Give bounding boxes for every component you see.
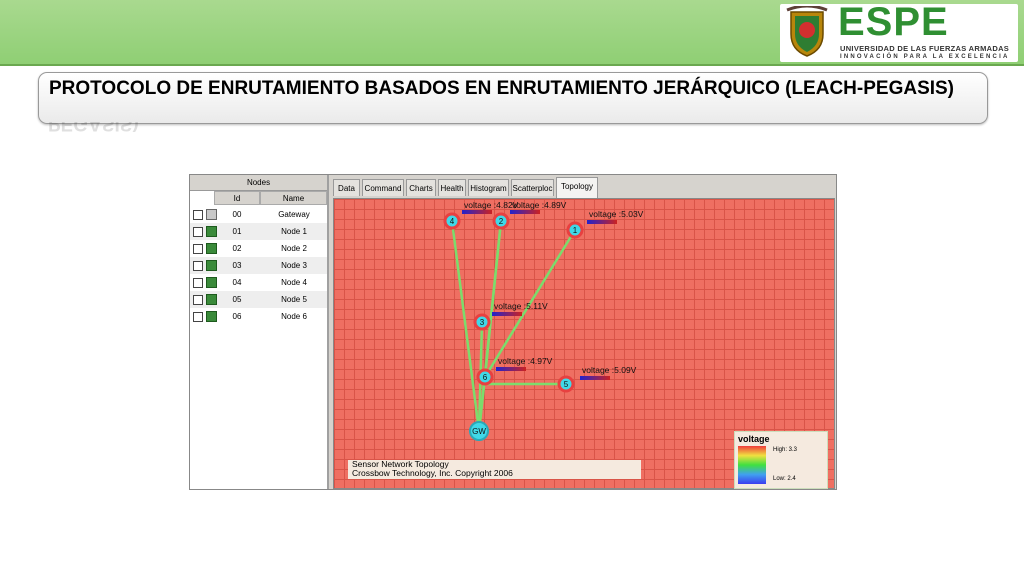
column-header-id[interactable]: Id <box>214 191 260 205</box>
header-divider <box>0 64 1024 66</box>
tab-charts[interactable]: Charts <box>406 179 436 196</box>
node-id: 05 <box>232 295 242 304</box>
gateway-icon <box>206 209 217 220</box>
tab-histogram[interactable]: Histogram <box>468 179 509 196</box>
column-header-name[interactable]: Name <box>260 191 327 205</box>
node-id: 02 <box>232 244 242 253</box>
node-label: 2 <box>499 217 504 226</box>
voltage-label: voltage :4.97V <box>498 356 553 366</box>
university-motto: INNOVACIÓN PARA LA EXCELENCIA <box>840 54 1010 60</box>
voltage-bar <box>587 220 617 224</box>
node-name: Node 3 <box>281 261 307 270</box>
node-name: Node 5 <box>281 295 307 304</box>
voltage-bar <box>492 312 522 316</box>
node-id: 03 <box>232 261 242 270</box>
sensor-node-icon <box>206 226 217 237</box>
voltage-legend: voltage High: 3.3 Low: 2.4 <box>734 431 828 489</box>
brand-name: ESPE <box>838 0 949 44</box>
legend-high-value: High: 3.3 <box>773 447 798 453</box>
tab-command[interactable]: Command <box>362 179 404 196</box>
node-checkbox[interactable] <box>193 210 203 220</box>
node-checkbox[interactable] <box>193 261 203 271</box>
tab-health[interactable]: Health <box>438 179 466 196</box>
node-checkbox[interactable] <box>193 244 203 254</box>
legend-low-value: Low: 2.4 <box>773 476 796 482</box>
voltage-label: voltage :5.09V <box>582 365 637 375</box>
voltage-bar <box>580 376 610 380</box>
node-row[interactable]: 05 Node 5 <box>190 291 327 308</box>
topology-canvas[interactable]: 4 2 1 3 6 5 GW voltage :4.82V voltage :4… <box>333 198 835 489</box>
node-label: 5 <box>564 380 569 389</box>
node-checkbox[interactable] <box>193 295 203 305</box>
node-checkbox[interactable] <box>193 278 203 288</box>
university-name: UNIVERSIDAD DE LAS FUERZAS ARMADAS <box>840 44 1010 53</box>
voltage-label: voltage :4.89V <box>512 200 567 210</box>
caption-copyright: Crossbow Technology, Inc. Copyright 2006 <box>352 468 513 478</box>
node-label: 3 <box>480 318 485 327</box>
node-row[interactable]: 04 Node 4 <box>190 274 327 291</box>
voltage-bar <box>510 210 540 214</box>
legend-color-gradient <box>738 446 766 484</box>
node-id: 06 <box>232 312 242 321</box>
voltage-label: voltage :5.03V <box>589 209 644 219</box>
voltage-bar <box>462 210 492 214</box>
slide-title-box: PROTOCOLO DE ENRUTAMIENTO BASADOS EN ENR… <box>38 72 988 124</box>
app-window: Nodes Id Name 00 Gateway 01 Node 1 02 No… <box>189 174 837 490</box>
title-reflection: PEGASIS) <box>48 122 139 134</box>
node-checkbox[interactable] <box>193 227 203 237</box>
sensor-node-icon <box>206 311 217 322</box>
node-row[interactable]: 01 Node 1 <box>190 223 327 240</box>
slide-title: PROTOCOLO DE ENRUTAMIENTO BASADOS EN ENR… <box>49 78 955 99</box>
node-row[interactable]: 03 Node 3 <box>190 257 327 274</box>
node-label: 1 <box>573 226 578 235</box>
node-label: 4 <box>450 217 455 226</box>
node-row[interactable]: 00 Gateway <box>190 206 327 223</box>
sensor-node-icon <box>206 243 217 254</box>
node-id: 01 <box>232 227 242 236</box>
university-seal-icon <box>786 6 828 57</box>
tab-topology[interactable]: Topology <box>556 177 598 198</box>
topology-caption: Sensor Network Topology Crossbow Technol… <box>348 460 641 479</box>
node-name: Node 1 <box>281 227 307 236</box>
tab-data[interactable]: Data <box>333 179 360 196</box>
nodes-panel-title: Nodes <box>190 175 327 191</box>
voltage-label: voltage :4.82V <box>464 200 519 210</box>
sensor-node-icon <box>206 260 217 271</box>
legend-title: voltage <box>738 434 770 444</box>
sensor-node-icon <box>206 294 217 305</box>
node-name: Node 6 <box>281 312 307 321</box>
nodes-panel: Nodes Id Name 00 Gateway 01 Node 1 02 No… <box>190 175 329 489</box>
gateway-label: GW <box>472 427 486 436</box>
node-id: 00 <box>232 210 242 219</box>
node-id: 04 <box>232 278 242 287</box>
node-name: Node 4 <box>281 278 307 287</box>
voltage-bar <box>496 367 526 371</box>
espe-logo: ESPE UNIVERSIDAD DE LAS FUERZAS ARMADAS … <box>780 0 1018 62</box>
node-name: Gateway <box>278 210 310 219</box>
node-row[interactable]: 06 Node 6 <box>190 308 327 325</box>
sensor-node-icon <box>206 277 217 288</box>
voltage-label: voltage :5.11V <box>494 301 548 311</box>
tab-scatterplot[interactable]: Scatterploc <box>511 179 554 196</box>
node-label: 6 <box>483 373 488 382</box>
node-name: Node 2 <box>281 244 307 253</box>
node-checkbox[interactable] <box>193 312 203 322</box>
node-row[interactable]: 02 Node 2 <box>190 240 327 257</box>
